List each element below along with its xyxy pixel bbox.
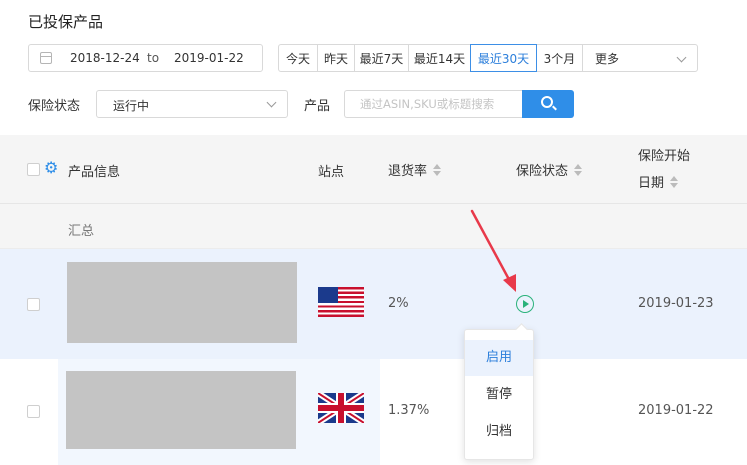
product-image — [67, 262, 297, 343]
product-filter-label: 产品 — [304, 99, 331, 114]
range-today-button[interactable]: 今天 — [278, 44, 318, 72]
play-circle-icon[interactable] — [516, 295, 534, 313]
status-filter-value: 运行中 — [113, 99, 150, 113]
range-30days-button[interactable]: 最近30天 — [470, 44, 537, 72]
table-header: ⚙ 产品信息 站点 退货率 保险状态 保险开始 日期 — [0, 135, 747, 204]
product-search-input[interactable] — [344, 90, 522, 118]
status-dropdown-menu: 启用 暂停 归档 — [464, 329, 534, 460]
page-title: 已投保产品 — [28, 13, 104, 31]
header-start-date[interactable]: 日期 — [638, 172, 679, 191]
range-3months-button[interactable]: 3个月 — [536, 44, 583, 72]
status-filter-select[interactable]: 运行中 — [96, 90, 288, 118]
start-date-value: 2019-01-23 — [638, 296, 714, 311]
header-insurance-status[interactable]: 保险状态 — [516, 160, 583, 179]
menu-item-enable[interactable]: 启用 — [465, 340, 533, 376]
uk-flag-icon — [318, 393, 364, 423]
range-7days-button[interactable]: 最近7天 — [354, 44, 409, 72]
header-return-rate[interactable]: 退货率 — [388, 160, 442, 179]
sort-icon[interactable] — [433, 164, 442, 176]
chevron-down-icon — [266, 97, 277, 108]
table-row[interactable]: 2% 2019-01-23 — [0, 249, 747, 359]
range-yesterday-button[interactable]: 昨天 — [317, 44, 355, 72]
date-start[interactable]: 2018-12-24 — [70, 51, 140, 65]
more-range-label: 更多 — [595, 51, 620, 66]
quick-range-group: 今天 昨天 最近7天 最近14天 最近30天 3个月 更多 — [278, 44, 698, 72]
sort-icon[interactable] — [574, 164, 583, 176]
table-row[interactable]: 1.37% 2019-01-22 — [0, 359, 747, 465]
summary-label: 汇总 — [68, 224, 95, 239]
calendar-icon — [40, 52, 52, 64]
status-filter-label: 保险状态 — [28, 99, 81, 114]
select-all-checkbox[interactable] — [27, 163, 40, 176]
menu-item-archive[interactable]: 归档 — [465, 414, 533, 450]
summary-row: 汇总 — [0, 204, 747, 249]
return-rate-value: 2% — [388, 296, 409, 311]
date-separator: to — [147, 51, 160, 65]
menu-item-pause[interactable]: 暂停 — [465, 377, 533, 413]
search-button[interactable] — [522, 90, 574, 118]
return-rate-value: 1.37% — [388, 403, 430, 418]
date-range-picker[interactable]: 2018-12-24 to 2019-01-22 — [28, 44, 263, 72]
product-image — [66, 371, 296, 449]
start-date-value: 2019-01-22 — [638, 403, 714, 418]
us-flag-icon — [318, 287, 364, 317]
header-site: 站点 — [318, 165, 345, 180]
header-start-date-line1: 保险开始 — [638, 149, 691, 164]
range-14days-button[interactable]: 最近14天 — [408, 44, 471, 72]
row-checkbox[interactable] — [27, 405, 40, 418]
chevron-down-icon — [676, 52, 687, 63]
date-end[interactable]: 2019-01-22 — [174, 51, 244, 65]
gear-icon[interactable]: ⚙ — [44, 159, 58, 177]
header-product-info: 产品信息 — [68, 165, 121, 180]
more-range-select[interactable]: 更多 — [582, 44, 698, 72]
sort-icon[interactable] — [670, 176, 679, 188]
row-checkbox[interactable] — [27, 298, 40, 311]
